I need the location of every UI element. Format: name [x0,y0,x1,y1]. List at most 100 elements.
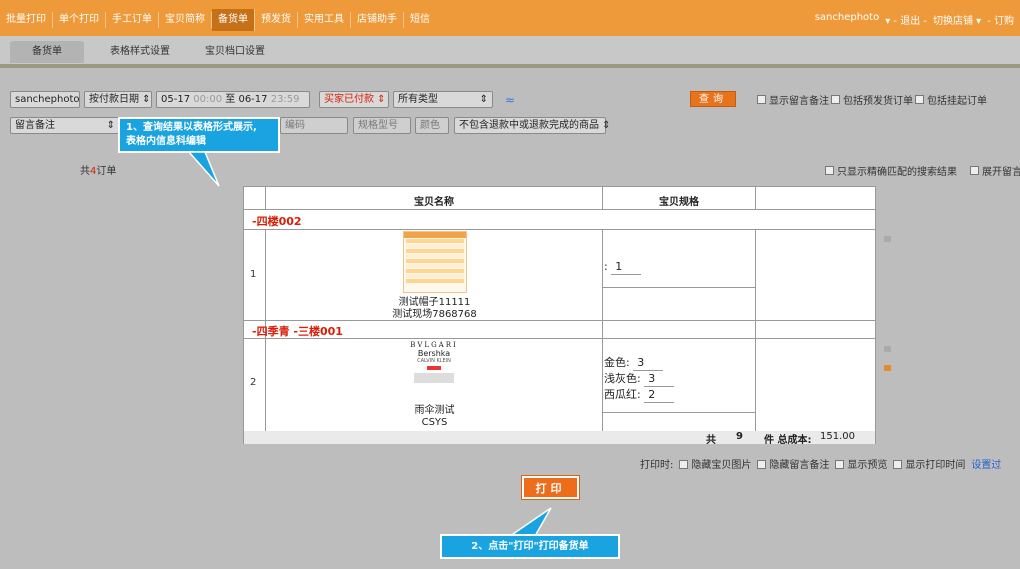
date-end-time: 23:59 [270,94,300,105]
hide-notes-checkbox[interactable]: 隐藏留言备注 [757,456,829,471]
stock-table: 宝贝名称 宝贝规格 -四楼002 1 测试帽子11111 测试现场7868768… [243,186,876,446]
thumb-brand-2: Bershka [417,349,451,358]
group-name: -四季青 -三楼001 [252,325,343,338]
callout-print: 2、点击"打印"打印备货单 [440,534,620,559]
nav-presale[interactable]: 预发货 [255,12,298,28]
collapse-chevron-icon[interactable]: ≈ [505,93,515,107]
nav-item-alias[interactable]: 宝贝简称 [159,12,212,28]
product-name[interactable]: 雨伞测试 CSYS [266,405,603,429]
thumb-brand-1: BVLGARI [410,341,458,349]
product-line-1: 测试帽子11111 [398,297,471,308]
include-presale-checkbox[interactable]: 包括预发货订单 [831,92,913,107]
callout-arrow-icon [187,152,220,187]
group-name: -四楼002 [252,215,302,228]
count-suffix: 订单 [96,166,117,177]
spec-no-input[interactable]: 规格型号 [353,117,411,134]
spec-qty[interactable]: 2 [644,387,675,403]
order-status-select[interactable]: 买家已付款 ⇕ [319,91,389,108]
spec-item[interactable]: 浅灰色: 3 [604,371,675,387]
print-button[interactable]: 打印 [522,476,579,499]
row-action-icon[interactable] [884,236,891,242]
sub-tab-bar: 备货单 表格样式设置 宝贝档口设置 [0,36,1020,68]
show-preview-label: 显示预览 [847,460,888,471]
logout-link[interactable]: ▾ - 退出 - [885,12,927,27]
spec-qty[interactable]: 1 [611,259,642,275]
query-button[interactable]: 查询 [690,91,736,107]
color-input[interactable]: 颜色 [415,117,449,134]
nav-manual-order[interactable]: 手工订单 [106,12,159,28]
print-options-label: 打印时: [640,460,674,471]
spec-label: 浅灰色 [604,372,637,385]
product-name[interactable]: 测试帽子11111 测试现场7868768 [266,297,603,321]
spec-item[interactable]: 金色: 3 [604,355,674,371]
tab-table-style[interactable]: 表格样式设置 [88,41,192,63]
total-unit: 件 总成本: [764,435,812,446]
print-options: 打印时: 隐藏宝贝图片 隐藏留言备注 显示预览 显示打印时间 设置过 [640,456,1001,471]
nav-single-print[interactable]: 单个打印 [53,12,106,28]
hide-images-label: 隐藏宝贝图片 [691,460,752,471]
include-hold-checkbox[interactable]: 包括挂起订单 [915,92,987,107]
username[interactable]: sanchephoto [815,12,880,27]
shop-select[interactable]: sanchephoto [10,91,80,108]
tab-stock-list[interactable]: 备货单 [10,41,84,63]
product-line-1: 雨伞测试 [414,405,455,416]
show-note-checkbox[interactable]: 显示留言备注 [757,92,829,107]
header-item-spec: 宝贝规格 [659,197,699,208]
code-input[interactable]: 编码 [280,117,348,134]
edit-icon[interactable] [884,365,891,371]
callout-line-2: 表格内信息科编辑 [126,136,206,147]
nav-shop-assistant[interactable]: 店铺助手 [351,12,404,28]
product-thumbnail[interactable] [403,231,467,293]
total-qty: 9 [736,431,743,442]
checkbox-icon [757,95,766,104]
nav-sms[interactable]: 短信 [404,12,436,28]
user-area: sanchephoto ▾ - 退出 - 切换店铺 ▾ - 订购 [815,12,1014,27]
checkbox-icon [831,95,840,104]
note-select[interactable]: 留言备注 ⇕ [10,117,120,134]
callout-line-1: 1、查询结果以表格形式展示, [126,122,257,133]
date-start-time: 00:00 [193,94,223,105]
spec-qty[interactable]: 3 [644,371,675,387]
show-time-label: 显示打印时间 [905,460,966,471]
total-prefix: 共 [706,435,716,446]
subscribe-link[interactable]: - 订购 [987,12,1014,27]
spec-list: 金色: 3 浅灰色: 3 西瓜红: 2 [604,355,675,403]
tab-item-stall[interactable]: 宝贝档口设置 [183,41,287,63]
checkbox-icon [970,166,979,175]
callout-table-info: 1、查询结果以表格形式展示, 表格内信息科编辑 [118,117,280,153]
date-start: 05-17 [161,94,191,105]
row-action-icon[interactable] [884,346,891,352]
order-count: 共4订单 [80,162,116,177]
print-settings-link[interactable]: 设置过 [971,456,1001,471]
exact-match-checkbox[interactable]: 只显示精确匹配的搜索结果 [825,163,957,178]
refund-filter-select[interactable]: 不包含退款中或退款完成的商品 ⇕ [454,117,611,134]
show-preview-checkbox[interactable]: 显示预览 [835,456,887,471]
hide-images-checkbox[interactable]: 隐藏宝贝图片 [679,456,751,471]
spec-qty[interactable]: 3 [633,355,664,371]
checkbox-icon [679,460,689,469]
checkbox-icon [825,166,834,175]
show-time-checkbox[interactable]: 显示打印时间 [893,456,965,471]
spec-item[interactable]: 西瓜红: 2 [604,387,675,403]
date-type-select[interactable]: 按付款日期 ⇕ [84,91,152,108]
order-type-select[interactable]: 所有类型 ⇕ [393,91,493,108]
total-cost: 151.00 [820,431,855,442]
nav-stock-list[interactable]: 备货单 [212,9,255,31]
expand-note-checkbox[interactable]: 展开留言 [970,163,1020,178]
nav-tools[interactable]: 实用工具 [298,12,351,28]
checkbox-icon [757,460,767,469]
thumb-brand-3: CALVIN KLEIN [417,358,451,364]
show-note-label: 显示留言备注 [769,96,829,107]
checkbox-icon [893,460,903,469]
date-range-input[interactable]: 05-17 00:00 至 06-17 23:59 [156,91,310,108]
spec-label: 西瓜红 [604,388,637,401]
switch-shop-link[interactable]: 切换店铺 ▾ [933,12,981,27]
order-type-arrow: ⇕ [479,94,488,105]
expand-note-label: 展开留言 [982,167,1020,178]
spec-item[interactable]: : 1 [604,259,642,275]
note-select-value: 留言备注 [15,120,55,131]
checkbox-icon [915,95,924,104]
product-thumbnail[interactable]: BVLGARI Bershka CALVIN KLEIN [394,341,474,403]
row-index: 2 [250,377,257,388]
nav-batch-print[interactable]: 批量打印 [0,12,53,28]
